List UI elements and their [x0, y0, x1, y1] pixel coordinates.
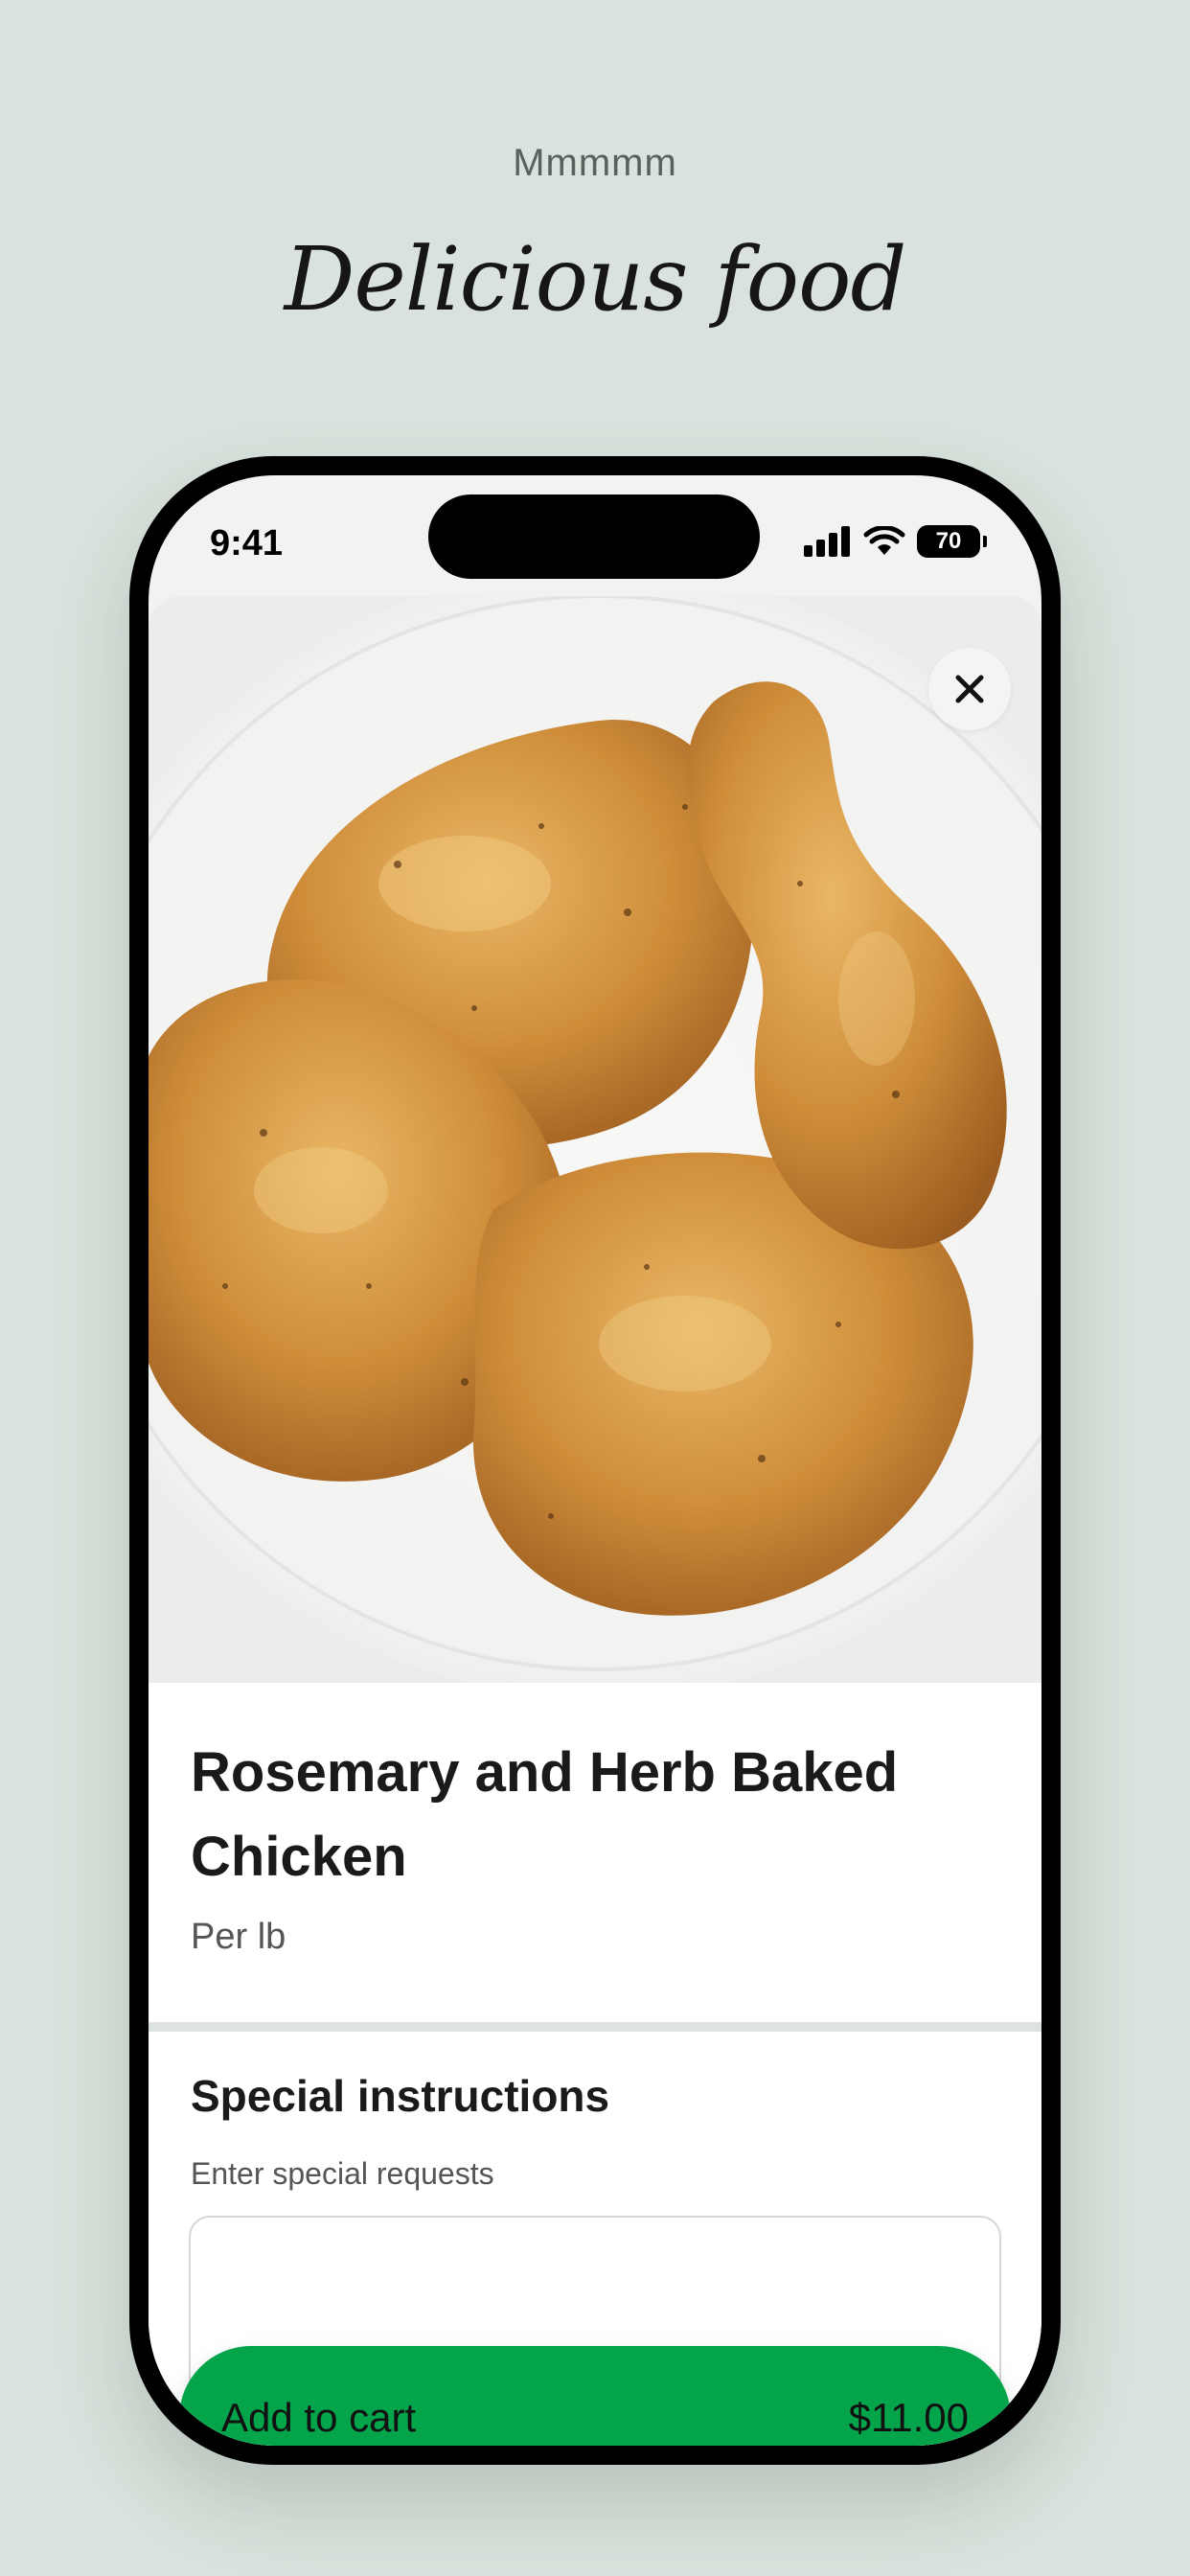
chicken-photo	[149, 596, 1041, 1683]
status-icons: 70	[804, 525, 987, 558]
battery-icon: 70	[917, 525, 987, 558]
cellular-signal-icon	[804, 526, 850, 557]
eyebrow-text: Mmmmm	[513, 142, 677, 184]
phone-frame: 9:41 70 Rosemary and Herb Baked Chicken …	[129, 456, 1061, 2465]
close-icon	[955, 675, 984, 703]
phone-screen: 9:41 70 Rosemary and Herb Baked Chicken …	[149, 475, 1041, 2446]
product-sheet: Rosemary and Herb Baked Chicken Per lb S…	[149, 596, 1041, 2446]
product-title: Rosemary and Herb Baked Chicken	[191, 1741, 899, 1888]
close-button[interactable]	[928, 648, 1011, 730]
section-divider	[149, 2022, 1041, 2032]
dynamic-island	[428, 494, 760, 579]
add-to-cart-price: $11.00	[848, 2395, 969, 2440]
product-image	[149, 596, 1041, 1683]
instructions-subtitle: Enter special requests	[191, 2156, 494, 2191]
wifi-icon	[863, 526, 905, 555]
product-unit: Per lb	[191, 1917, 286, 1957]
page-headline: Delicious food	[284, 228, 907, 331]
add-to-cart-label: Add to cart	[221, 2395, 417, 2440]
instructions-title: Special instructions	[191, 2071, 610, 2121]
status-time: 9:41	[210, 523, 284, 564]
add-to-cart-button[interactable]: Add to cart $11.00	[179, 2346, 1011, 2446]
